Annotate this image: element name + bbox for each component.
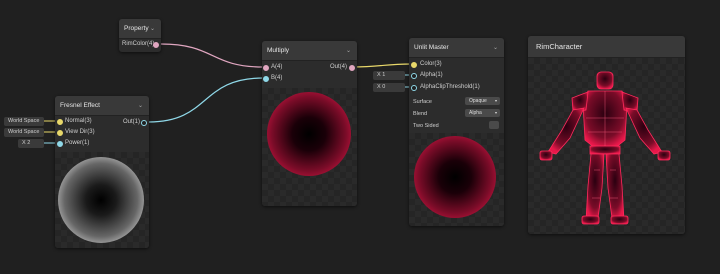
property-node-header[interactable]: Property ⌄ [119,19,161,39]
fresnel-power-port[interactable] [57,141,63,147]
wire-rimcolor-to-multiply-a [160,43,264,68]
master-alpha-value: X 1 [377,72,386,78]
wire-multiply-to-master-color [351,63,412,68]
surface-dropdown[interactable]: Opaque ▾ [465,97,500,105]
fresnel-viewdir-space-value: World Space [8,129,40,135]
blend-dropdown[interactable]: Alpha ▾ [465,109,500,117]
master-clip-label: AlphaClipThreshold(1) [420,84,480,90]
multiply-a-port[interactable] [263,65,269,71]
multiply-preview [262,88,357,206]
fresnel-output-label: Out(1) [123,119,141,125]
multiply-output-port[interactable] [349,65,355,71]
multiply-node-title: Multiply [267,47,290,54]
multiply-output-row: Out(4) [330,62,347,72]
master-clip-value: X 0 [377,84,386,90]
chevron-down-icon[interactable]: ⌄ [346,41,351,60]
fresnel-power-value: X 2 [22,140,31,146]
chevron-down-icon: ▾ [494,98,497,103]
master-color-row: Color(3) [420,59,442,69]
multiply-node-header[interactable]: Multiply ⌄ [262,41,357,61]
fresnel-effect-node[interactable]: Fresnel Effect ⌄ Normal(3) View Dir(3) P… [55,96,149,248]
fresnel-output-row: Out(1) [123,117,140,127]
unlit-master-node[interactable]: Unlit Master ⌄ Color(3) Alpha(1) AlphaCl… [409,38,504,226]
unlit-master-preview [409,133,504,226]
multiply-a-row: A(4) [271,62,282,72]
fresnel-normal-row: Normal(3) [65,116,92,126]
blend-label: Blend [413,111,428,117]
master-clip-field[interactable]: X 0 [373,83,405,92]
master-color-label: Color(3) [420,61,442,67]
wire-fresnel-to-multiply-b [148,77,264,123]
master-alpha-field[interactable]: X 1 [373,71,405,80]
fresnel-preview-sphere [58,157,144,243]
multiply-node[interactable]: Multiply ⌄ A(4) B(4) Out(4) [262,41,357,206]
property-node-title: Property [124,25,149,32]
property-output-row: RimColor(4) [122,39,154,49]
two-sided-checkbox[interactable] [489,121,499,129]
multiply-b-row: B(4) [271,73,282,83]
surface-value: Opaque [469,98,487,104]
fresnel-preview [55,152,149,248]
rim-character-viewport[interactable] [528,58,685,234]
fresnel-node-title: Fresnel Effect [60,102,100,109]
property-node[interactable]: Property ⌄ RimColor(4) [119,19,161,52]
chevron-down-icon[interactable]: ⌄ [138,96,143,115]
rim-character-preview-panel[interactable]: RimCharacter [528,36,685,234]
multiply-a-label: A(4) [271,64,283,70]
master-alpha-row: Alpha(1) [420,70,443,80]
master-alpha-port[interactable] [411,73,417,79]
character-model [539,71,671,225]
fresnel-normal-port[interactable] [57,119,63,125]
fresnel-normal-space-field[interactable]: World Space [4,117,44,126]
master-color-port[interactable] [411,62,417,68]
fresnel-viewdir-row: View Dir(3) [65,127,95,137]
fresnel-output-port[interactable] [141,120,147,126]
unlit-master-header[interactable]: Unlit Master ⌄ [409,38,504,58]
chevron-down-icon[interactable]: ⌄ [493,38,498,57]
fresnel-normal-label: Normal(3) [65,118,92,124]
fresnel-viewdir-label: View Dir(3) [65,129,95,135]
master-clip-row: AlphaClipThreshold(1) [420,82,480,92]
fresnel-viewdir-space-field[interactable]: World Space [4,128,44,137]
chevron-down-icon: ▾ [494,110,497,115]
fresnel-viewdir-port[interactable] [57,130,63,136]
multiply-output-label: Out(4) [330,64,348,70]
multiply-b-label: B(4) [271,75,283,81]
preview-panel-header[interactable]: RimCharacter [528,36,685,58]
blend-value: Alpha [469,110,482,116]
chevron-down-icon[interactable]: ⌄ [150,19,155,38]
fresnel-power-row: Power(1) [65,138,89,148]
master-alpha-label: Alpha(1) [420,72,443,78]
unlit-master-preview-sphere [414,136,496,218]
two-sided-label: Two Sided [413,123,439,129]
property-output-port[interactable] [153,42,159,48]
preview-panel-title: RimCharacter [536,42,583,51]
property-output-label: RimColor(4) [122,41,155,47]
multiply-preview-sphere [267,92,351,176]
multiply-b-port[interactable] [263,76,269,82]
master-clip-port[interactable] [411,85,417,91]
surface-label: Surface [413,99,432,105]
fresnel-node-header[interactable]: Fresnel Effect ⌄ [55,96,149,116]
fresnel-normal-space-value: World Space [8,118,40,124]
unlit-master-title: Unlit Master [414,44,449,51]
fresnel-power-label: Power(1) [65,140,90,146]
fresnel-power-field[interactable]: X 2 [18,139,44,148]
